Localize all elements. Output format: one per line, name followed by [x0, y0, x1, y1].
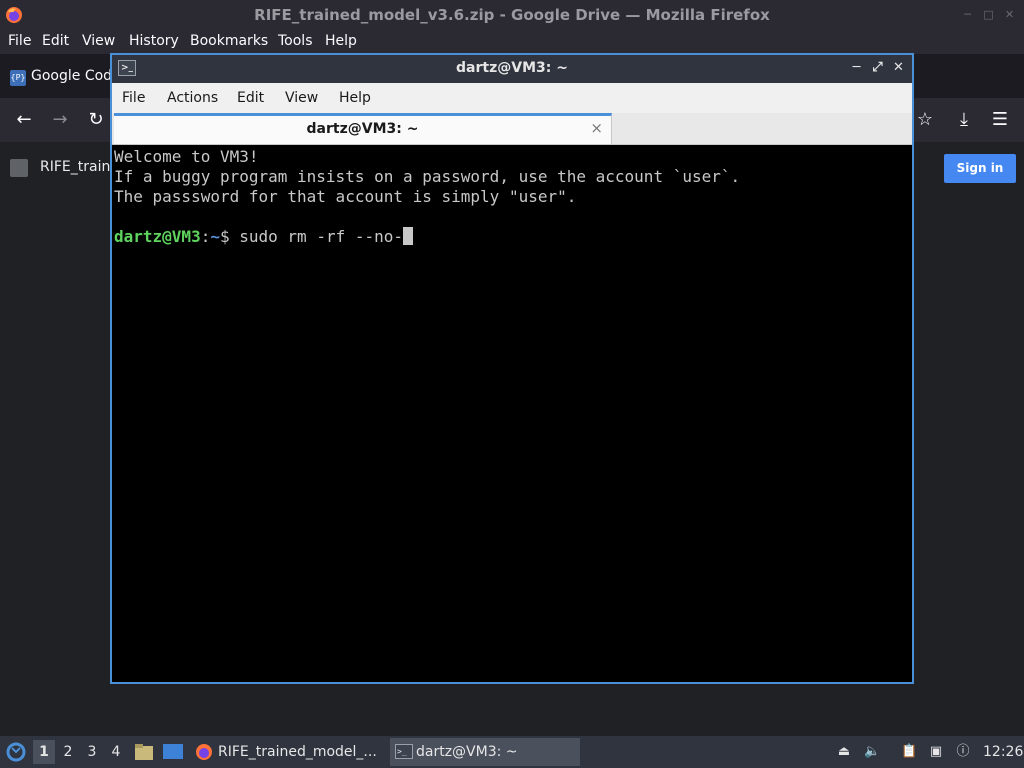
close-icon[interactable]: ✕ [1003, 8, 1016, 21]
workspace-2[interactable]: 2 [57, 740, 79, 764]
taskbar-task-label: dartz@VM3: ~ [416, 744, 518, 760]
terminal-titlebar[interactable]: >_ dartz@VM3: ~ ─ ⤢ ✕ [112, 55, 912, 83]
terminal-menu-view[interactable]: View [285, 90, 318, 106]
workspace-4[interactable]: 4 [105, 740, 127, 764]
menu-tools[interactable]: Tools [278, 33, 313, 49]
close-icon[interactable]: ✕ [891, 59, 906, 77]
bookmark-star-icon[interactable]: ☆ [913, 108, 937, 132]
terminal-menu-edit[interactable]: Edit [237, 90, 264, 106]
file-icon [10, 159, 28, 177]
terminal-menu-file[interactable]: File [122, 90, 145, 106]
menu-help[interactable]: Help [325, 33, 357, 49]
terminal-tab-label: dartz@VM3: ~ [306, 121, 419, 137]
app-launcher-icon[interactable] [6, 742, 26, 762]
menu-view[interactable]: View [82, 33, 115, 49]
hamburger-menu-icon[interactable]: ☰ [988, 108, 1012, 132]
terminal-line: The passsword for that account is simply… [114, 187, 577, 206]
clock[interactable]: 12:26 [983, 736, 1023, 768]
maximize-icon[interactable]: ⤢ [870, 59, 885, 77]
taskbar-task-label: RIFE_trained_model_... [218, 744, 377, 760]
menu-edit[interactable]: Edit [42, 33, 69, 49]
terminal-line: Welcome to VM3! [114, 147, 259, 166]
volume-icon[interactable]: 🔈 [864, 744, 880, 760]
clipboard-icon[interactable]: 📋 [901, 744, 917, 760]
minimize-icon[interactable]: ─ [961, 8, 974, 21]
terminal-tabbar: dartz@VM3: ~ × [112, 113, 912, 145]
tab-close-icon[interactable]: × [590, 119, 603, 137]
terminal-window-title: dartz@VM3: ~ [456, 60, 568, 76]
terminal-menu-help[interactable]: Help [339, 90, 371, 106]
menu-history[interactable]: History [129, 33, 179, 49]
firefox-icon [196, 744, 212, 760]
google-code-favicon-icon: {P} [10, 70, 26, 86]
taskbar: 1 2 3 4 RIFE_trained_model_... >_ dartz@… [0, 736, 1024, 768]
prompt-line: dartz@VM3:~$ sudo rm -rf --no- [114, 227, 910, 247]
drive-file-label: RIFE_traine [40, 159, 119, 175]
browser-tab-label: Google Code [31, 68, 121, 84]
sign-in-button[interactable]: Sign in [944, 154, 1016, 183]
terminal-tab[interactable]: dartz@VM3: ~ × [114, 113, 612, 144]
reload-icon[interactable]: ↻ [84, 108, 108, 132]
workspace-1[interactable]: 1 [33, 740, 55, 764]
terminal-line: If a buggy program insists on a password… [114, 167, 741, 186]
firefox-titlebar: RIFE_trained_model_v3.6.zip - Google Dri… [0, 0, 1024, 30]
taskbar-firefox-task[interactable]: RIFE_trained_model_... [192, 738, 384, 766]
back-arrow-icon[interactable]: ← [12, 108, 36, 132]
command-input[interactable]: sudo rm -rf --no- [239, 227, 403, 246]
prompt-symbol: $ [219, 227, 240, 246]
network-icon[interactable]: ▣ [928, 744, 944, 760]
prompt-path: ~ [210, 227, 220, 246]
download-icon[interactable]: ⤓ [952, 108, 976, 132]
taskbar-terminal-task[interactable]: >_ dartz@VM3: ~ [390, 738, 580, 766]
prompt-separator: : [200, 227, 211, 246]
terminal-output[interactable]: Welcome to VM3! If a buggy program insis… [114, 147, 910, 682]
firefox-menubar: File Edit View History Bookmarks Tools H… [0, 30, 1024, 54]
desktop-icon[interactable] [162, 743, 184, 761]
workspace-3[interactable]: 3 [81, 740, 103, 764]
terminal-window: >_ dartz@VM3: ~ ─ ⤢ ✕ File Actions Edit … [110, 53, 914, 684]
minimize-icon[interactable]: ─ [849, 59, 864, 77]
notification-icon[interactable]: ⓘ [955, 744, 971, 760]
menu-file[interactable]: File [8, 33, 31, 49]
terminal-icon: >_ [395, 744, 413, 759]
terminal-menu-actions[interactable]: Actions [167, 90, 218, 106]
maximize-icon[interactable]: □ [982, 8, 995, 21]
terminal-menubar: File Actions Edit View Help [112, 83, 912, 113]
prompt-user: dartz@VM3 [114, 227, 201, 246]
eject-icon[interactable]: ⏏ [836, 744, 852, 760]
firefox-window-title: RIFE_trained_model_v3.6.zip - Google Dri… [254, 6, 770, 24]
file-manager-icon[interactable] [134, 743, 154, 761]
menu-bookmarks[interactable]: Bookmarks [190, 33, 268, 49]
forward-arrow-icon[interactable]: → [48, 108, 72, 132]
text-cursor [403, 227, 414, 245]
